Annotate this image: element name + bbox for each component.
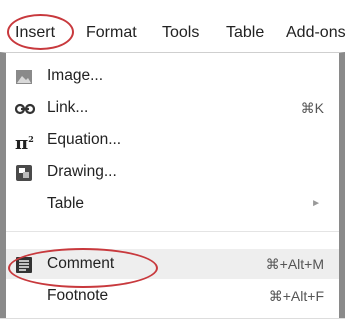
menu-item-equation[interactable]: π2 Equation... (6, 125, 339, 155)
menu-item-comment[interactable]: Comment ⌘+Alt+M (6, 249, 339, 279)
menu-item-label: Drawing... (47, 163, 117, 180)
menu-item-drawing[interactable]: Drawing... (6, 157, 339, 187)
menu-item-label: Footnote (47, 287, 109, 304)
menu-item-label: Link... (47, 99, 89, 116)
pi-icon: π2 (15, 133, 34, 154)
menu-item-link[interactable]: Link... ⌘K (6, 93, 339, 123)
submenu-arrow-icon: ► (311, 198, 321, 209)
menu-tools[interactable]: Tools (162, 14, 199, 52)
menu-item-image[interactable]: Image... (6, 61, 339, 91)
menu-bar: Insert Format Tools Table Add-ons (0, 14, 345, 52)
menu-separator (6, 231, 339, 232)
menu-item-shortcut: ⌘K (300, 100, 324, 116)
menu-item-label: Table (47, 195, 85, 212)
insert-dropdown-menu: Image... Link... ⌘K π2 Equation... Drawi… (0, 52, 345, 331)
menu-item-footnote[interactable]: Footnote ⌘+Alt+F (6, 281, 339, 311)
screenshot-frame: Insert Format Tools Table Add-ons Image.… (0, 0, 345, 331)
menu-item-label: Equation... (47, 131, 122, 148)
link-icon (14, 99, 36, 117)
menu-item-label: Image... (47, 67, 103, 84)
image-icon (15, 67, 33, 85)
menu-insert[interactable]: Insert (15, 14, 55, 52)
comment-icon (15, 255, 33, 273)
menu-item-label: Comment (47, 255, 115, 272)
menu-item-shortcut: ⌘+Alt+M (265, 256, 324, 272)
menu-item-shortcut: ⌘+Alt+F (268, 288, 324, 304)
menu-bottom-edge (0, 318, 345, 331)
menu-format[interactable]: Format (86, 14, 137, 52)
drawing-icon (15, 163, 33, 181)
menu-item-table[interactable]: Table ► (6, 189, 339, 219)
menu-table[interactable]: Table (226, 14, 264, 52)
menu-addons[interactable]: Add-ons (286, 14, 345, 52)
